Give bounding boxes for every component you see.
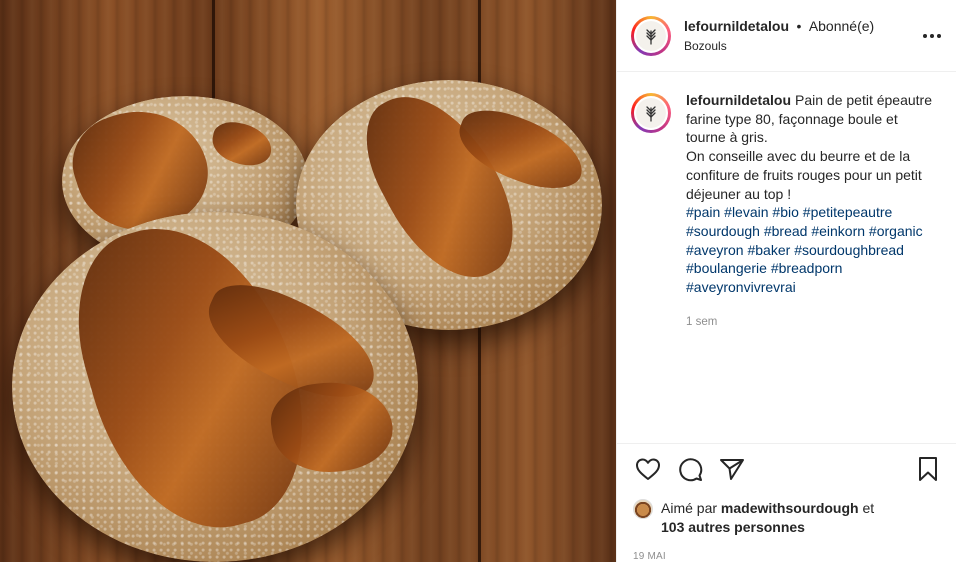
- post-caption: lefournildetalou Pain de petit épeautre f…: [631, 91, 947, 331]
- post-age: 1 sem: [686, 315, 718, 328]
- comment-icon[interactable]: [675, 454, 705, 484]
- hashtag-link[interactable]: #aveyronvivrevrai: [686, 279, 796, 295]
- post-date: 19 MAI: [633, 551, 666, 562]
- post-actions: Aimé par madewithsourdough et 103 autres…: [617, 443, 956, 562]
- location-link[interactable]: Bozouls: [684, 39, 920, 54]
- header-separator: •: [796, 18, 802, 34]
- post-side-panel: lefournildetalou • Abonné(e) Bozouls lef…: [616, 0, 956, 562]
- hashtag-link[interactable]: #breadporn: [771, 260, 843, 276]
- likes-conjunction: et: [862, 500, 875, 516]
- liker-username-link[interactable]: madewithsourdough: [721, 500, 859, 516]
- hashtag-link[interactable]: #bio: [772, 204, 798, 220]
- hashtag-link[interactable]: #einkorn: [811, 223, 865, 239]
- hashtag-link[interactable]: #sourdough: [686, 223, 760, 239]
- hashtag-link[interactable]: #baker: [747, 242, 790, 258]
- follow-status-button[interactable]: Abonné(e): [809, 18, 874, 34]
- more-horizontal-icon[interactable]: [920, 24, 944, 48]
- hashtag-link[interactable]: #petitepeautre: [803, 204, 893, 220]
- bread-loaf-front: [12, 212, 418, 562]
- caption-avatar[interactable]: [631, 93, 671, 133]
- likes-count-link[interactable]: 103 autres personnes: [661, 519, 805, 535]
- post-header: lefournildetalou • Abonné(e) Bozouls: [617, 0, 956, 72]
- bookmark-icon[interactable]: [913, 454, 943, 484]
- hashtag-link[interactable]: #organic: [869, 223, 923, 239]
- post-photo[interactable]: [0, 0, 616, 562]
- profile-avatar[interactable]: [631, 15, 671, 56]
- hashtag-link[interactable]: #aveyron: [686, 242, 744, 258]
- likes-summary: Aimé par madewithsourdough et 103 autres…: [633, 499, 943, 537]
- paper-plane-icon[interactable]: [717, 454, 747, 484]
- likes-prefix: Aimé par: [661, 500, 718, 516]
- caption-text-2: On conseille avec du beurre et de la con…: [686, 148, 922, 202]
- hashtag-link[interactable]: #levain: [724, 204, 768, 220]
- wheat-logo-icon: [636, 98, 666, 128]
- heart-icon[interactable]: [633, 454, 663, 484]
- liker-avatar[interactable]: [633, 499, 653, 519]
- header-username-link[interactable]: lefournildetalou: [684, 18, 789, 34]
- hashtag-link[interactable]: #boulangerie: [686, 260, 767, 276]
- hashtag-list: #pain #levain #bio #petitepeautre #sourd…: [686, 203, 936, 297]
- hashtag-link[interactable]: #sourdoughbread: [794, 242, 904, 258]
- hashtag-link[interactable]: #pain: [686, 204, 720, 220]
- caption-username-link[interactable]: lefournildetalou: [686, 92, 791, 108]
- wheat-logo-icon: [636, 20, 666, 51]
- hashtag-link[interactable]: #bread: [764, 223, 808, 239]
